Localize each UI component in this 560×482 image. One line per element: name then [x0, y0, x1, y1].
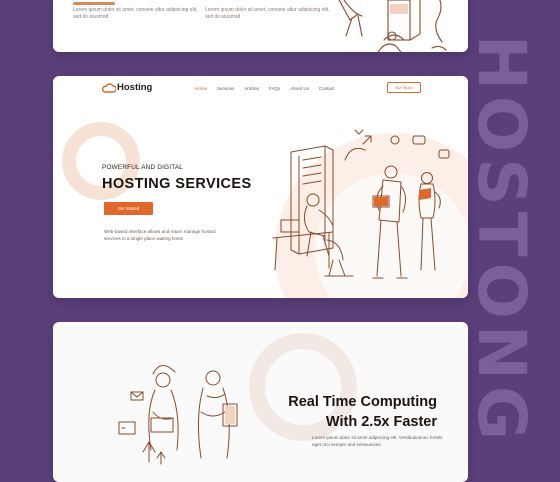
feature-title-line1: Real Time Computing	[288, 394, 437, 410]
nav-link-contact[interactable]: Contact	[319, 86, 335, 91]
logo-text[interactable]: Hosting	[117, 82, 152, 93]
feature-title-line2: With 2.5x Faster	[325, 414, 437, 430]
feature-title: Real Time Computing With 2.5x Faster	[257, 392, 437, 432]
nav-link-articles[interactable]: Articles	[244, 86, 259, 91]
preview-card-hero[interactable]: Hosting Home Services Articles FAQs Abou…	[53, 76, 468, 298]
nav-link-home[interactable]: Home	[195, 86, 207, 91]
side-watermark: HOSTONG	[454, 30, 549, 450]
hero-illustration	[272, 129, 450, 279]
hero-description: Web-based interface allows and return ma…	[104, 229, 216, 241]
hero-title: HOSTING SERVICES	[102, 176, 252, 192]
top-card-illustration	[338, 0, 447, 52]
feature-description: Lorem ipsum dolor sit amet adipiscing el…	[312, 435, 443, 447]
preview-card-feature[interactable]: Real Time Computing With 2.5x Faster Lor…	[53, 322, 468, 482]
buy-now-button[interactable]: BUY NOW	[387, 82, 421, 93]
top-card-desc-right: Lorem ipsum dolor sit amet, consete altu…	[205, 7, 330, 20]
nav-links: Home Services Articles FAQs About Us Con…	[195, 86, 334, 91]
feature-illustration	[118, 365, 238, 465]
nav-link-about[interactable]: About Us	[290, 86, 309, 91]
nav-link-faqs[interactable]: FAQs	[269, 86, 280, 91]
get-started-button[interactable]: Get Started	[104, 202, 153, 215]
watermark-text: HOSTONG	[463, 34, 541, 446]
nav-link-services[interactable]: Services	[217, 86, 234, 91]
preview-card-top[interactable]: Lorem ipsum dolor sit amet, consete altu…	[53, 0, 468, 52]
cloud-logo-icon[interactable]	[102, 83, 116, 93]
hero-eyebrow: POWERFUL AND DIGITAL	[102, 164, 184, 171]
top-card-desc-left: Lorem ipsum dolor sit amet, consete altu…	[73, 7, 198, 20]
top-nav: Hosting Home Services Articles FAQs Abou…	[53, 76, 468, 102]
top-card-accent-bar	[73, 2, 115, 5]
